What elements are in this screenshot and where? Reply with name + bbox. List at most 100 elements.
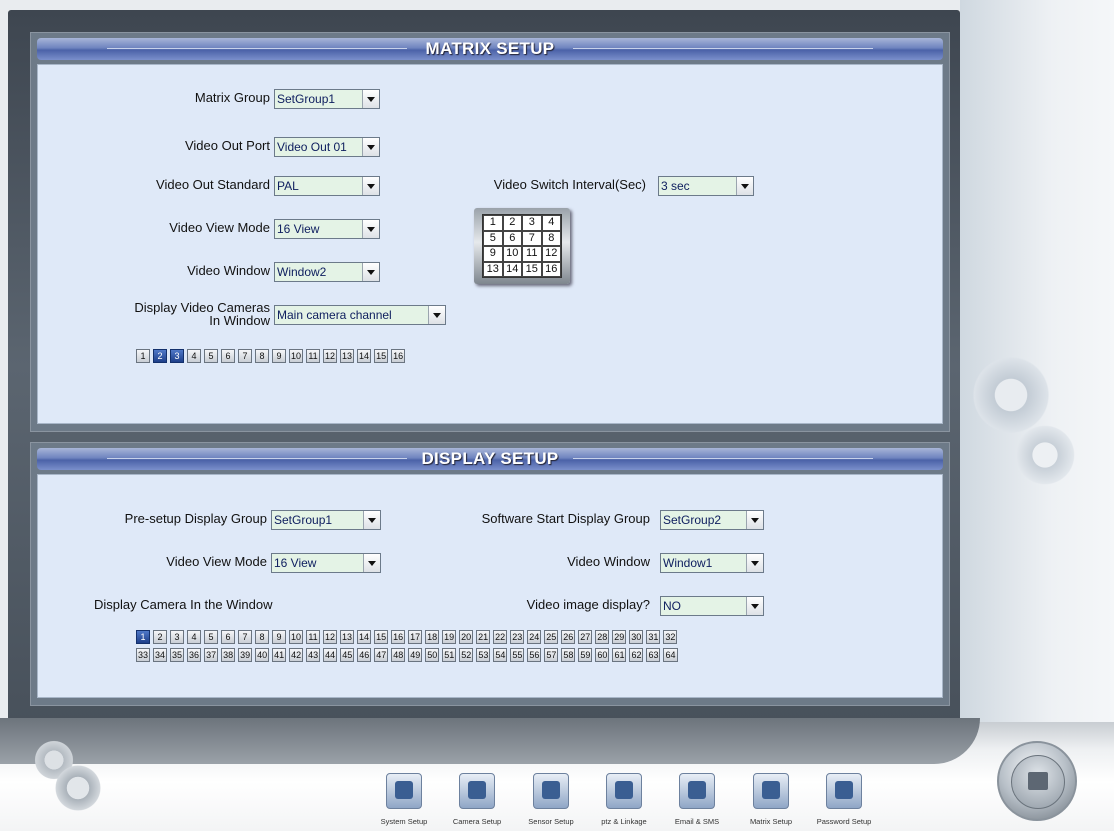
- channel-button[interactable]: 21: [476, 630, 491, 644]
- toolbar-button[interactable]: Camera Setup: [437, 773, 517, 826]
- matrix-group-select[interactable]: SetGroup1: [274, 89, 380, 109]
- channel-button[interactable]: 37: [204, 648, 219, 662]
- channel-button[interactable]: 19: [442, 630, 457, 644]
- channel-button[interactable]: 12: [323, 630, 338, 644]
- channel-button[interactable]: 14: [357, 630, 372, 644]
- channel-button[interactable]: 15: [374, 349, 389, 363]
- channel-button[interactable]: 45: [340, 648, 355, 662]
- toolbar-button[interactable]: ptz & Linkage: [584, 773, 664, 826]
- channel-button[interactable]: 55: [510, 648, 525, 662]
- channel-button[interactable]: 13: [340, 349, 355, 363]
- channel-button[interactable]: 4: [187, 349, 201, 363]
- channel-button[interactable]: 51: [442, 648, 457, 662]
- channel-button[interactable]: 26: [561, 630, 576, 644]
- channel-button[interactable]: 46: [357, 648, 372, 662]
- channel-button[interactable]: 17: [408, 630, 423, 644]
- channel-button[interactable]: 14: [357, 349, 372, 363]
- display-cameras-select[interactable]: Main camera channel: [274, 305, 446, 325]
- channel-button[interactable]: 44: [323, 648, 338, 662]
- channel-button[interactable]: 15: [374, 630, 389, 644]
- channel-button[interactable]: 64: [663, 648, 678, 662]
- channel-button[interactable]: 30: [629, 630, 644, 644]
- switch-interval-select[interactable]: 3 sec: [658, 176, 754, 196]
- chevron-down-icon[interactable]: [746, 554, 763, 572]
- channel-button[interactable]: 41: [272, 648, 287, 662]
- channel-button[interactable]: 4: [187, 630, 201, 644]
- channel-button[interactable]: 62: [629, 648, 644, 662]
- video-view-mode-select[interactable]: 16 View: [274, 219, 380, 239]
- channel-button[interactable]: 24: [527, 630, 542, 644]
- chevron-down-icon[interactable]: [362, 90, 379, 108]
- channel-button[interactable]: 6: [221, 630, 235, 644]
- channel-button[interactable]: 8: [255, 630, 269, 644]
- channel-button[interactable]: 49: [408, 648, 423, 662]
- chevron-down-icon[interactable]: [362, 263, 379, 281]
- channel-button[interactable]: 20: [459, 630, 474, 644]
- channel-button[interactable]: 18: [425, 630, 440, 644]
- channel-button[interactable]: 8: [255, 349, 269, 363]
- chevron-down-icon[interactable]: [746, 597, 763, 615]
- channel-button[interactable]: 42: [289, 648, 304, 662]
- channel-button[interactable]: 39: [238, 648, 253, 662]
- display-video-window-select[interactable]: Window1: [660, 553, 764, 573]
- channel-button[interactable]: 1: [136, 349, 150, 363]
- channel-button[interactable]: 59: [578, 648, 593, 662]
- chevron-down-icon[interactable]: [746, 511, 763, 529]
- toolbar-button[interactable]: Matrix Setup: [731, 773, 811, 826]
- chevron-down-icon[interactable]: [362, 138, 379, 156]
- toolbar-button[interactable]: Email & SMS: [657, 773, 737, 826]
- channel-button[interactable]: 22: [493, 630, 508, 644]
- channel-button[interactable]: 60: [595, 648, 610, 662]
- channel-button[interactable]: 53: [476, 648, 491, 662]
- channel-button[interactable]: 48: [391, 648, 406, 662]
- channel-button[interactable]: 63: [646, 648, 661, 662]
- channel-button[interactable]: 52: [459, 648, 474, 662]
- chevron-down-icon[interactable]: [736, 177, 753, 195]
- channel-button[interactable]: 1: [136, 630, 150, 644]
- chevron-down-icon[interactable]: [363, 554, 380, 572]
- exit-button[interactable]: [997, 741, 1077, 821]
- channel-button[interactable]: 5: [204, 349, 218, 363]
- video-window-select[interactable]: Window2: [274, 262, 380, 282]
- chevron-down-icon[interactable]: [363, 511, 380, 529]
- chevron-down-icon[interactable]: [362, 177, 379, 195]
- channel-button[interactable]: 10: [289, 349, 304, 363]
- toolbar-button[interactable]: System Setup: [364, 773, 444, 826]
- channel-button[interactable]: 3: [170, 630, 184, 644]
- channel-button[interactable]: 57: [544, 648, 559, 662]
- channel-button[interactable]: 2: [153, 630, 167, 644]
- channel-button[interactable]: 28: [595, 630, 610, 644]
- channel-button[interactable]: 31: [646, 630, 661, 644]
- display-video-view-mode-select[interactable]: 16 View: [271, 553, 381, 573]
- channel-button[interactable]: 10: [289, 630, 304, 644]
- channel-button[interactable]: 7: [238, 349, 252, 363]
- channel-button[interactable]: 50: [425, 648, 440, 662]
- channel-button[interactable]: 11: [306, 630, 321, 644]
- channel-button[interactable]: 35: [170, 648, 185, 662]
- channel-button[interactable]: 33: [136, 648, 151, 662]
- channel-button[interactable]: 47: [374, 648, 389, 662]
- image-display-select[interactable]: NO: [660, 596, 764, 616]
- video-out-standard-select[interactable]: PAL: [274, 176, 380, 196]
- channel-button[interactable]: 12: [323, 349, 338, 363]
- channel-button[interactable]: 9: [272, 630, 286, 644]
- channel-button[interactable]: 23: [510, 630, 525, 644]
- channel-button[interactable]: 36: [187, 648, 202, 662]
- video-out-port-select[interactable]: Video Out 01: [274, 137, 380, 157]
- channel-button[interactable]: 38: [221, 648, 236, 662]
- channel-button[interactable]: 43: [306, 648, 321, 662]
- chevron-down-icon[interactable]: [362, 220, 379, 238]
- channel-button[interactable]: 5: [204, 630, 218, 644]
- channel-button[interactable]: 54: [493, 648, 508, 662]
- chevron-down-icon[interactable]: [428, 306, 445, 324]
- channel-button[interactable]: 11: [306, 349, 321, 363]
- channel-button[interactable]: 7: [238, 630, 252, 644]
- toolbar-button[interactable]: Password Setup: [804, 773, 884, 826]
- channel-button[interactable]: 29: [612, 630, 627, 644]
- channel-button[interactable]: 9: [272, 349, 286, 363]
- channel-button[interactable]: 61: [612, 648, 627, 662]
- channel-button[interactable]: 58: [561, 648, 576, 662]
- channel-button[interactable]: 34: [153, 648, 168, 662]
- channel-button[interactable]: 25: [544, 630, 559, 644]
- channel-button[interactable]: 2: [153, 349, 167, 363]
